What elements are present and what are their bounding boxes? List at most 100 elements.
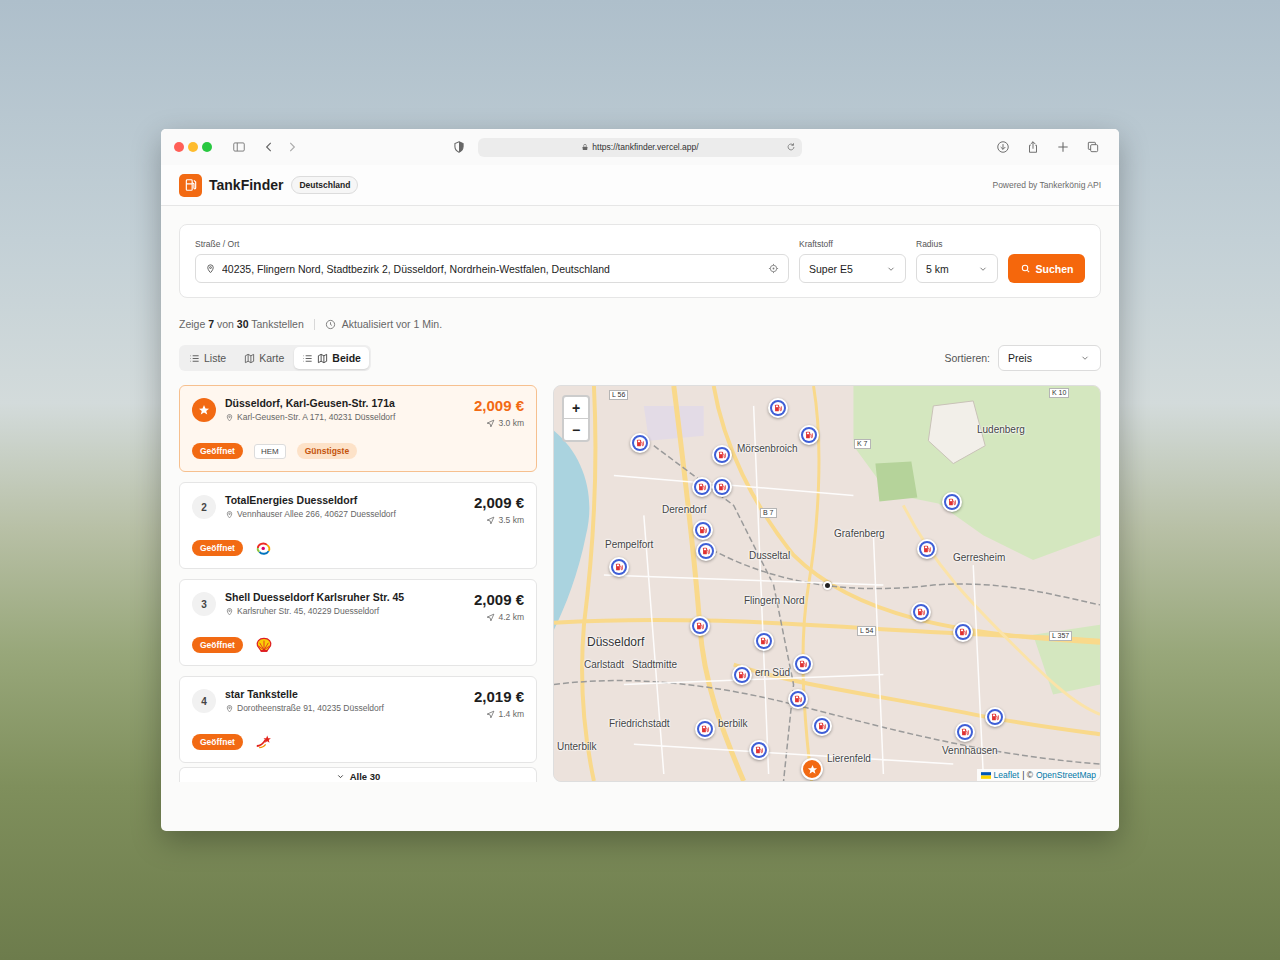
sidebar-icon[interactable] xyxy=(232,140,246,154)
share-icon[interactable] xyxy=(1026,140,1040,154)
map-marker[interactable] xyxy=(609,557,629,577)
openstreetmap-link[interactable]: OpenStreetMap xyxy=(1036,770,1096,780)
star-brand-logo-icon xyxy=(254,734,274,750)
leaflet-link[interactable]: Leaflet xyxy=(994,770,1020,780)
powered-by[interactable]: Powered by Tankerkönig API xyxy=(992,180,1101,190)
map-label: ern Süd xyxy=(755,667,790,679)
forward-arrow-icon[interactable] xyxy=(285,140,299,154)
railway xyxy=(654,446,794,781)
map-marker[interactable] xyxy=(749,740,769,760)
navigation-icon xyxy=(486,710,495,719)
fuel-pump-icon xyxy=(716,449,728,461)
tabs-overview-icon[interactable] xyxy=(1086,140,1100,154)
zoom-in-button[interactable]: + xyxy=(564,397,588,418)
view-option[interactable]: Liste xyxy=(181,347,234,369)
radius-field: Radius5 km xyxy=(916,239,998,283)
station-distance: 1.4 km xyxy=(486,709,524,719)
browser-toolbar: https://tankfinder.vercel.app/ xyxy=(161,129,1119,165)
map-marker[interactable] xyxy=(754,631,774,651)
fuel-pump-icon xyxy=(758,635,770,647)
map-marker[interactable] xyxy=(692,477,712,497)
view-option[interactable]: Karte xyxy=(236,347,292,369)
new-tab-icon[interactable] xyxy=(1056,140,1070,154)
download-icon[interactable] xyxy=(996,140,1010,154)
fuel-pump-icon xyxy=(613,561,625,573)
station-card[interactable]: 2TotalEnergies DuesseldorfVennhauser All… xyxy=(179,482,537,569)
map-marker[interactable] xyxy=(953,622,973,642)
map-label: L 56 xyxy=(609,390,628,400)
station-address: Vennhauser Allee 266, 40627 Duesseldorf xyxy=(225,509,465,519)
main-content: Straße / Ort 40235, Flingern Nord, Stadtb… xyxy=(161,206,1119,782)
map-label: Gerresheim xyxy=(953,552,1005,564)
crosshair-icon[interactable] xyxy=(768,263,779,274)
map-marker[interactable] xyxy=(812,716,832,736)
zoom-button[interactable] xyxy=(202,142,212,152)
url-text: https://tankfinder.vercel.app/ xyxy=(592,142,698,152)
radius-select[interactable]: 5 km xyxy=(916,254,998,283)
map-marker[interactable] xyxy=(823,581,832,590)
fuel-pump-icon xyxy=(736,669,748,681)
map-marker[interactable] xyxy=(788,689,808,709)
map-marker[interactable] xyxy=(799,425,819,445)
updated-time: Aktualisiert vor 1 Min. xyxy=(342,318,442,330)
brand-name[interactable]: TankFinder xyxy=(209,177,283,193)
shield-icon[interactable] xyxy=(452,140,466,154)
sort-control: Sortieren:Preis xyxy=(944,345,1101,371)
map-marker[interactable] xyxy=(693,520,713,540)
result-summary: Zeige 7 von 30 Tankstellen Aktualisiert v… xyxy=(179,318,1101,330)
ukraine-flag-icon xyxy=(981,772,991,779)
map[interactable]: L 56K 10MörsenbroichLudenbergK 7Derendor… xyxy=(553,385,1101,782)
station-price: 2,009 € xyxy=(474,494,524,511)
map-marker[interactable] xyxy=(917,539,937,559)
sort-select[interactable]: Preis xyxy=(998,345,1101,371)
cheapest-badge: Günstigste xyxy=(297,443,357,459)
close-button[interactable] xyxy=(174,142,184,152)
star-icon xyxy=(807,764,818,775)
station-name: Shell Duesseldorf Karlsruher Str. 45 xyxy=(225,591,465,603)
map-marker[interactable] xyxy=(630,433,650,453)
map-marker[interactable] xyxy=(768,398,788,418)
lock-icon xyxy=(581,143,589,151)
fuel-select[interactable]: Super E5 xyxy=(799,254,906,283)
map-marker[interactable] xyxy=(911,602,931,622)
list-icon xyxy=(302,353,313,364)
map-marker[interactable] xyxy=(985,707,1005,727)
fuel-pump-icon xyxy=(959,726,971,738)
view-option[interactable]: Beide xyxy=(294,347,369,369)
map-marker[interactable] xyxy=(955,722,975,742)
map-label: L 357 xyxy=(1049,631,1072,641)
map-marker[interactable] xyxy=(732,665,752,685)
map-marker[interactable] xyxy=(712,445,732,465)
logo[interactable] xyxy=(179,174,202,197)
result-count: Zeige 7 von 30 Tankstellen xyxy=(179,318,304,330)
fuel-pump-icon xyxy=(696,481,708,493)
address-input[interactable]: 40235, Flingern Nord, Stadtbezirk 2, Düs… xyxy=(195,254,789,283)
map-marker[interactable] xyxy=(690,616,710,636)
show-all-button[interactable]: Alle 30 xyxy=(179,767,537,782)
map-marker[interactable] xyxy=(793,654,813,674)
map-marker[interactable] xyxy=(801,758,823,780)
back-arrow-icon[interactable] xyxy=(262,140,276,154)
fuel-value: Super E5 xyxy=(809,263,880,275)
map-marker[interactable] xyxy=(942,492,962,512)
map-marker[interactable] xyxy=(695,719,715,739)
minimize-button[interactable] xyxy=(188,142,198,152)
map-marker[interactable] xyxy=(696,541,716,561)
road xyxy=(903,505,1100,714)
view-toolbar: ListeKarteBeide Sortieren:Preis xyxy=(179,345,1101,371)
rank-badge: 3 xyxy=(192,592,216,616)
industrial-area xyxy=(644,406,704,441)
zoom-out-button[interactable]: − xyxy=(564,418,588,440)
address-label: Straße / Ort xyxy=(195,239,789,249)
station-card[interactable]: 3 Shell Duesseldorf Karlsruher Str. 45 Kar… xyxy=(179,579,537,666)
station-card[interactable]: 4star TankstelleDorotheenstraße 91, 4023… xyxy=(179,676,537,763)
reload-icon[interactable] xyxy=(786,142,796,152)
location-pin-icon xyxy=(225,607,234,616)
search-button[interactable]: Suchen xyxy=(1008,254,1085,283)
fuel-pump-icon xyxy=(634,437,646,449)
station-card[interactable]: Düsseldorf, Karl-Geusen-Str. 171aKarl-Ge… xyxy=(179,385,537,472)
map-marker[interactable] xyxy=(712,477,732,497)
map-label: Stadtmitte xyxy=(632,659,677,671)
station-address: Karlsruher Str. 45, 40229 Duesseldorf xyxy=(225,606,465,616)
address-bar[interactable]: https://tankfinder.vercel.app/ xyxy=(478,138,802,157)
